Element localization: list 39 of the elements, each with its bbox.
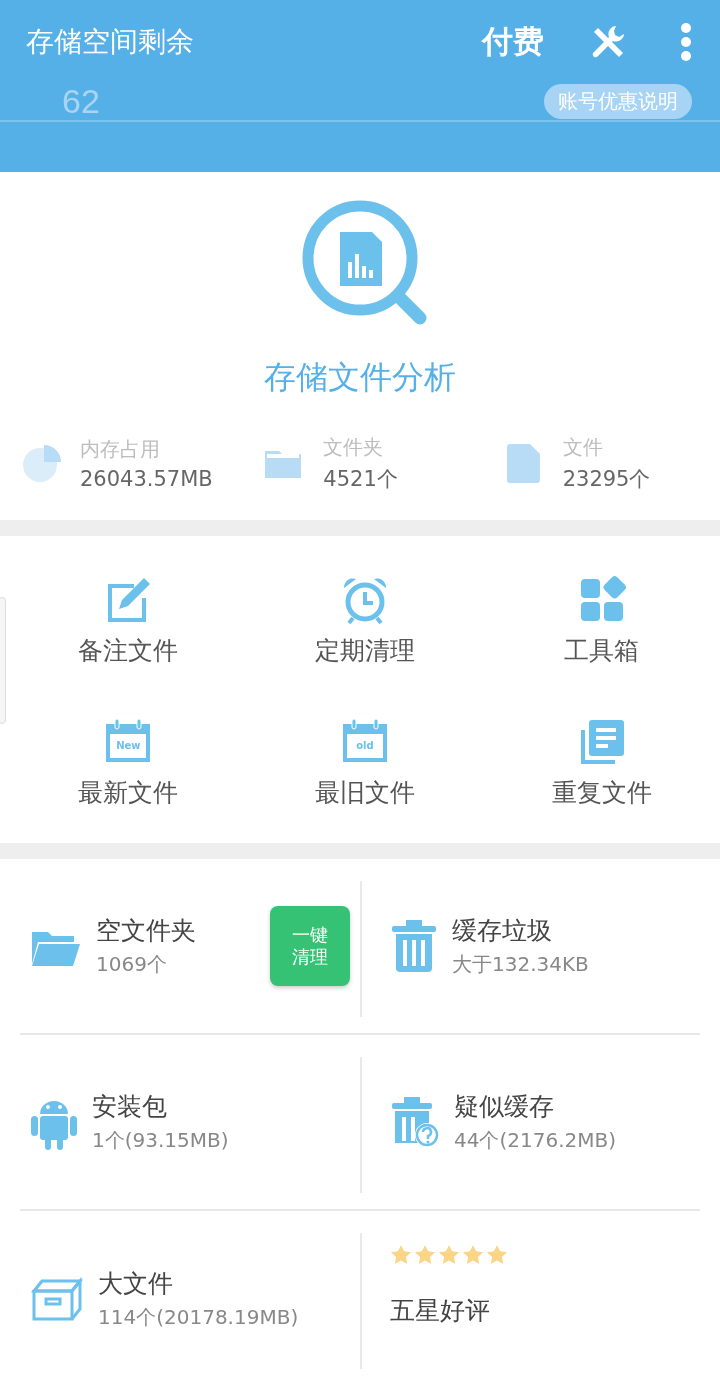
card-detail: 1个(93.15MB) <box>92 1127 230 1154</box>
tool-item[interactable]: 工具箱 <box>483 576 720 718</box>
stat-label: 文件夹 <box>323 434 385 461</box>
tool-item[interactable]: 重复文件 <box>483 718 720 860</box>
card-title[interactable]: 疑似缓存 <box>454 1090 690 1123</box>
tool-item[interactable]: 备注文件 <box>10 576 247 718</box>
card-detail: 大于132.34KB <box>452 951 590 978</box>
box-icon <box>30 1275 84 1323</box>
header-title: 存储空间剩余 <box>26 24 195 60</box>
tool-item[interactable]: New 最新文件 <box>10 718 247 860</box>
rating-title[interactable]: 五星好评 <box>390 1293 508 1327</box>
more-menu-icon[interactable] <box>680 22 692 62</box>
star-icon <box>462 1243 484 1266</box>
card-detail: 1069个 <box>96 951 168 978</box>
stat-value: 23295个 <box>562 466 651 493</box>
stat-label: 内存占用 <box>80 436 161 463</box>
stat-value: 26043.57MB <box>80 467 213 491</box>
card-title[interactable]: 大文件 <box>98 1267 350 1300</box>
star-icon <box>486 1243 508 1266</box>
alarm-clock-icon <box>341 576 389 624</box>
card-detail: 114个(20178.19MB) <box>98 1304 300 1331</box>
side-handle[interactable] <box>0 597 6 724</box>
tool-item[interactable]: old 最旧文件 <box>246 718 484 860</box>
card-title[interactable]: 安装包 <box>92 1090 350 1123</box>
tool-item[interactable]: 定期清理 <box>246 576 484 718</box>
trash-icon <box>390 918 438 974</box>
trash-question-icon <box>390 1095 440 1149</box>
star-icon <box>438 1243 460 1266</box>
card-detail: 44个(2176.2MB) <box>454 1127 617 1154</box>
pie-chart-icon <box>20 442 62 485</box>
stat-label: 文件 <box>562 434 604 461</box>
stat-value: 4521个 <box>323 466 398 493</box>
star-icon <box>414 1243 436 1266</box>
calendar-label: old <box>355 739 375 753</box>
card-title[interactable]: 缓存垃圾 <box>452 914 690 947</box>
star-icon <box>390 1243 412 1266</box>
remaining-value: 62 <box>62 84 100 118</box>
card-title[interactable]: 空文件夹 <box>96 914 256 947</box>
calendar-label: New <box>115 739 142 753</box>
